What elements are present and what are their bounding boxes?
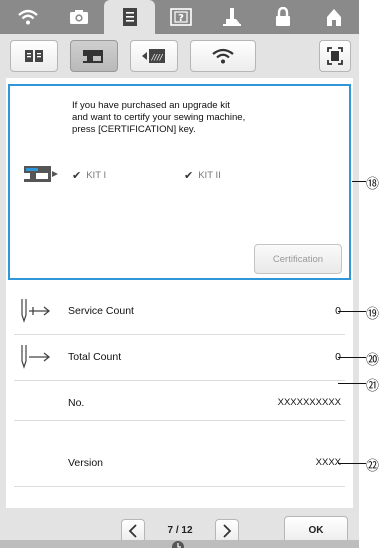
chevron-left-icon xyxy=(128,524,137,538)
upgrade-kit-machine-icon xyxy=(24,166,58,182)
category-bar: ? xyxy=(0,0,359,34)
tab-sewing-settings[interactable] xyxy=(70,40,118,72)
kit-2-label: KIT II xyxy=(198,170,221,181)
clock-icon xyxy=(172,541,184,548)
checkmark-icon: ✔ xyxy=(72,170,82,182)
callout-line xyxy=(338,357,366,358)
camera-icon[interactable] xyxy=(53,0,104,34)
callout-line xyxy=(352,181,366,182)
svg-text:////: //// xyxy=(151,53,164,62)
upgrade-kit-message: If you have purchased an upgrade kit and… xyxy=(72,100,246,135)
divider xyxy=(14,420,345,421)
callout-19: ⑲ xyxy=(366,306,380,321)
kit-1-label: KIT I xyxy=(86,170,107,181)
screen-capture-icon xyxy=(327,47,343,65)
divider xyxy=(14,486,345,487)
callout-20: ⑳ xyxy=(366,352,380,367)
help-icon[interactable]: ? xyxy=(155,0,206,34)
certification-button[interactable]: Certification xyxy=(254,244,342,274)
chevron-right-icon xyxy=(223,524,232,538)
service-count-label: Service Count xyxy=(68,305,134,317)
presser-foot-icon[interactable] xyxy=(206,0,257,34)
service-count-row: Service Count 0 xyxy=(10,289,347,333)
checkmark-icon: ✔ xyxy=(184,170,194,182)
document-icon[interactable] xyxy=(104,0,155,34)
tab-network-settings[interactable] xyxy=(190,40,256,72)
settings-screen: ? //// If you have purchased an upgrade … xyxy=(0,0,359,548)
upgrade-kit-panel: If you have purchased an upgrade kit and… xyxy=(8,84,351,280)
kit-1-indicator: ✔ KIT I xyxy=(72,169,106,182)
embroidery-frame-icon: //// xyxy=(142,49,165,63)
sewing-machine-icon xyxy=(83,50,103,63)
book-icon xyxy=(25,50,43,62)
home-icon[interactable] xyxy=(308,0,359,34)
status-bar xyxy=(0,540,359,548)
callout-21: ㉑ xyxy=(366,378,380,393)
service-count-needle-icon xyxy=(21,299,51,323)
kit-2-indicator: ✔ KIT II xyxy=(184,169,221,182)
wifi-icon[interactable] xyxy=(2,0,53,34)
callout-line xyxy=(338,463,366,464)
callout-22: ㉒ xyxy=(366,458,380,473)
machine-number-row: No. XXXXXXXXXX xyxy=(10,361,347,409)
callout-line xyxy=(338,311,366,312)
machine-number-value: XXXXXXXXXX xyxy=(277,397,341,408)
machine-number-label: No. xyxy=(68,397,85,409)
version-row: Version XXXX xyxy=(10,441,347,485)
tab-embroidery-settings[interactable]: //// xyxy=(130,40,178,72)
callout-18: ⑱ xyxy=(366,176,380,191)
wireless-icon xyxy=(212,48,234,64)
svg-text:?: ? xyxy=(178,13,184,24)
screen-capture-button[interactable] xyxy=(319,40,351,72)
settings-tab-row: //// xyxy=(0,34,359,78)
callout-line xyxy=(338,383,366,384)
lock-icon[interactable] xyxy=(257,0,308,34)
version-label: Version xyxy=(68,457,104,469)
tab-general-settings[interactable] xyxy=(10,40,58,72)
